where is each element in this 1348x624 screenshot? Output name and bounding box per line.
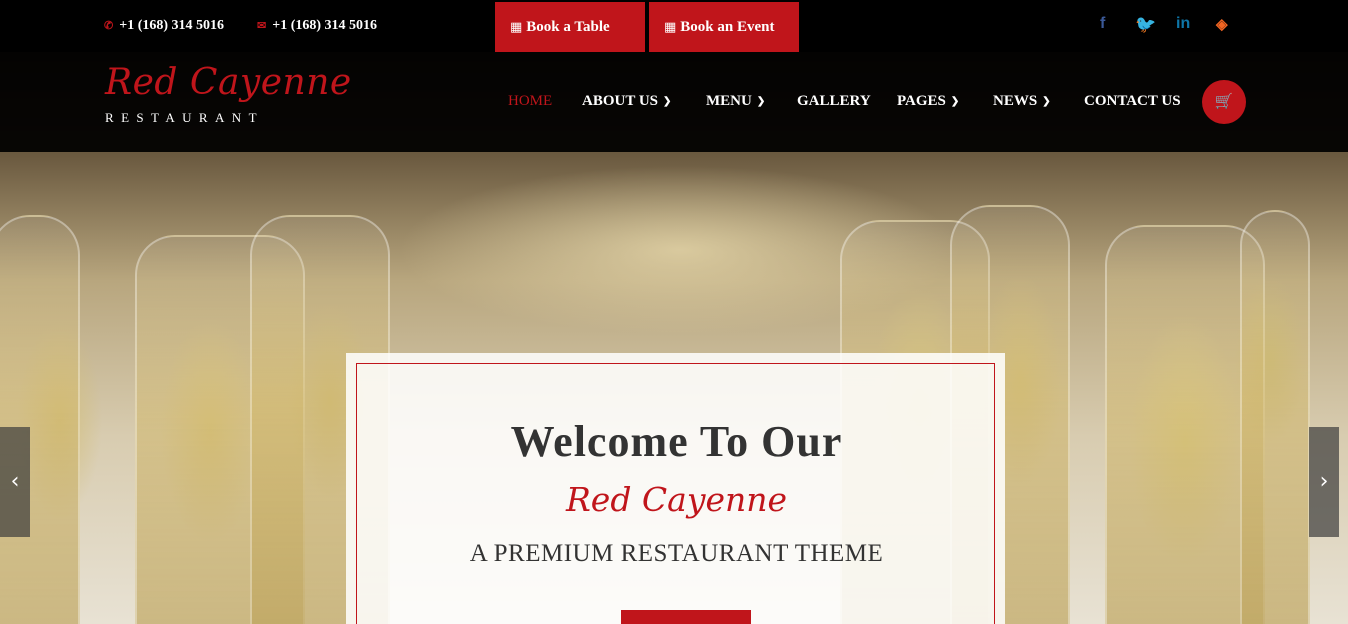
nav-news[interactable]: NEWS ❯ bbox=[993, 93, 1051, 110]
contact-phone[interactable]: ✆ +1 (168) 314 5016 bbox=[104, 18, 224, 34]
glass-decor bbox=[0, 215, 80, 624]
logo-subtitle: RESTAURANT bbox=[105, 110, 264, 125]
nav-pages-label: PAGES bbox=[897, 93, 946, 109]
nav-menu-label: MENU bbox=[706, 93, 752, 109]
book-table-label: Book a Table bbox=[526, 19, 610, 35]
rss-icon[interactable]: ◈ bbox=[1216, 15, 1228, 33]
welcome-frame: Welcome To Our Red Cayenne A PREMIUM RES… bbox=[356, 363, 995, 624]
nav-news-label: NEWS bbox=[993, 93, 1038, 109]
table-icon: ▦ bbox=[510, 19, 523, 34]
phone-icon: ✆ bbox=[104, 20, 114, 32]
calendar-icon: ▦ bbox=[664, 19, 677, 34]
welcome-subtitle: A PREMIUM RESTAURANT THEME bbox=[469, 540, 884, 567]
nav-gallery[interactable]: GALLERY bbox=[797, 93, 871, 110]
envelope-icon: ✉ bbox=[257, 20, 267, 32]
chevron-down-icon: ❯ bbox=[950, 96, 960, 107]
nav-home[interactable]: HOME bbox=[508, 93, 552, 110]
nav-home-label: HOME bbox=[508, 93, 553, 109]
nav-about-us[interactable]: ABOUT US ❯ bbox=[582, 93, 671, 110]
welcome-title: Welcome To Our bbox=[510, 417, 843, 466]
slider-next-button[interactable]: › bbox=[1309, 427, 1339, 537]
glass-decor bbox=[1240, 210, 1310, 624]
book-event-label: Book an Event bbox=[680, 19, 775, 35]
nav-pages[interactable]: PAGES ❯ bbox=[897, 93, 959, 110]
welcome-script-title: Red Cayenne bbox=[565, 480, 788, 519]
cart-button[interactable]: 🛒 bbox=[1202, 80, 1246, 124]
phone-number: +1 (168) 314 5016 bbox=[119, 18, 225, 33]
linkedin-icon[interactable]: in bbox=[1176, 15, 1190, 33]
top-bar: ✆ +1 (168) 314 5016 ✉ +1 (168) 314 5016 ▦ B… bbox=[0, 0, 1348, 52]
nav-about-label: ABOUT US bbox=[582, 93, 658, 109]
nav-gallery-label: GALLERY bbox=[797, 93, 871, 109]
contact-number: +1 (168) 314 5016 bbox=[272, 18, 378, 33]
logo-script[interactable]: Red Cayenne bbox=[105, 62, 352, 103]
chevron-down-icon: ❯ bbox=[1042, 96, 1051, 107]
twitter-icon[interactable]: 🐦 bbox=[1135, 15, 1156, 35]
nav-menu[interactable]: MENU ❯ bbox=[706, 93, 765, 110]
chevron-down-icon: ❯ bbox=[663, 96, 672, 107]
cart-icon: 🛒 bbox=[1214, 94, 1234, 110]
slider-prev-button[interactable]: ‹ bbox=[0, 427, 30, 537]
contact-email[interactable]: ✉ +1 (168) 314 5016 bbox=[257, 18, 377, 34]
welcome-cta-button[interactable] bbox=[621, 610, 751, 624]
welcome-box: Welcome To Our Red Cayenne A PREMIUM RES… bbox=[346, 353, 1005, 624]
nav-contact-label: CONTACT US bbox=[1084, 93, 1181, 109]
book-event-button[interactable]: ▦ Book an Event bbox=[649, 2, 799, 52]
chevron-down-icon: ❯ bbox=[756, 96, 766, 107]
chevron-left-icon: ‹ bbox=[10, 469, 20, 494]
book-table-button[interactable]: ▦ Book a Table bbox=[495, 2, 645, 52]
chevron-right-icon: › bbox=[1319, 469, 1329, 494]
nav-contact-us[interactable]: CONTACT US bbox=[1084, 93, 1181, 110]
facebook-icon[interactable]: f bbox=[1100, 15, 1105, 33]
